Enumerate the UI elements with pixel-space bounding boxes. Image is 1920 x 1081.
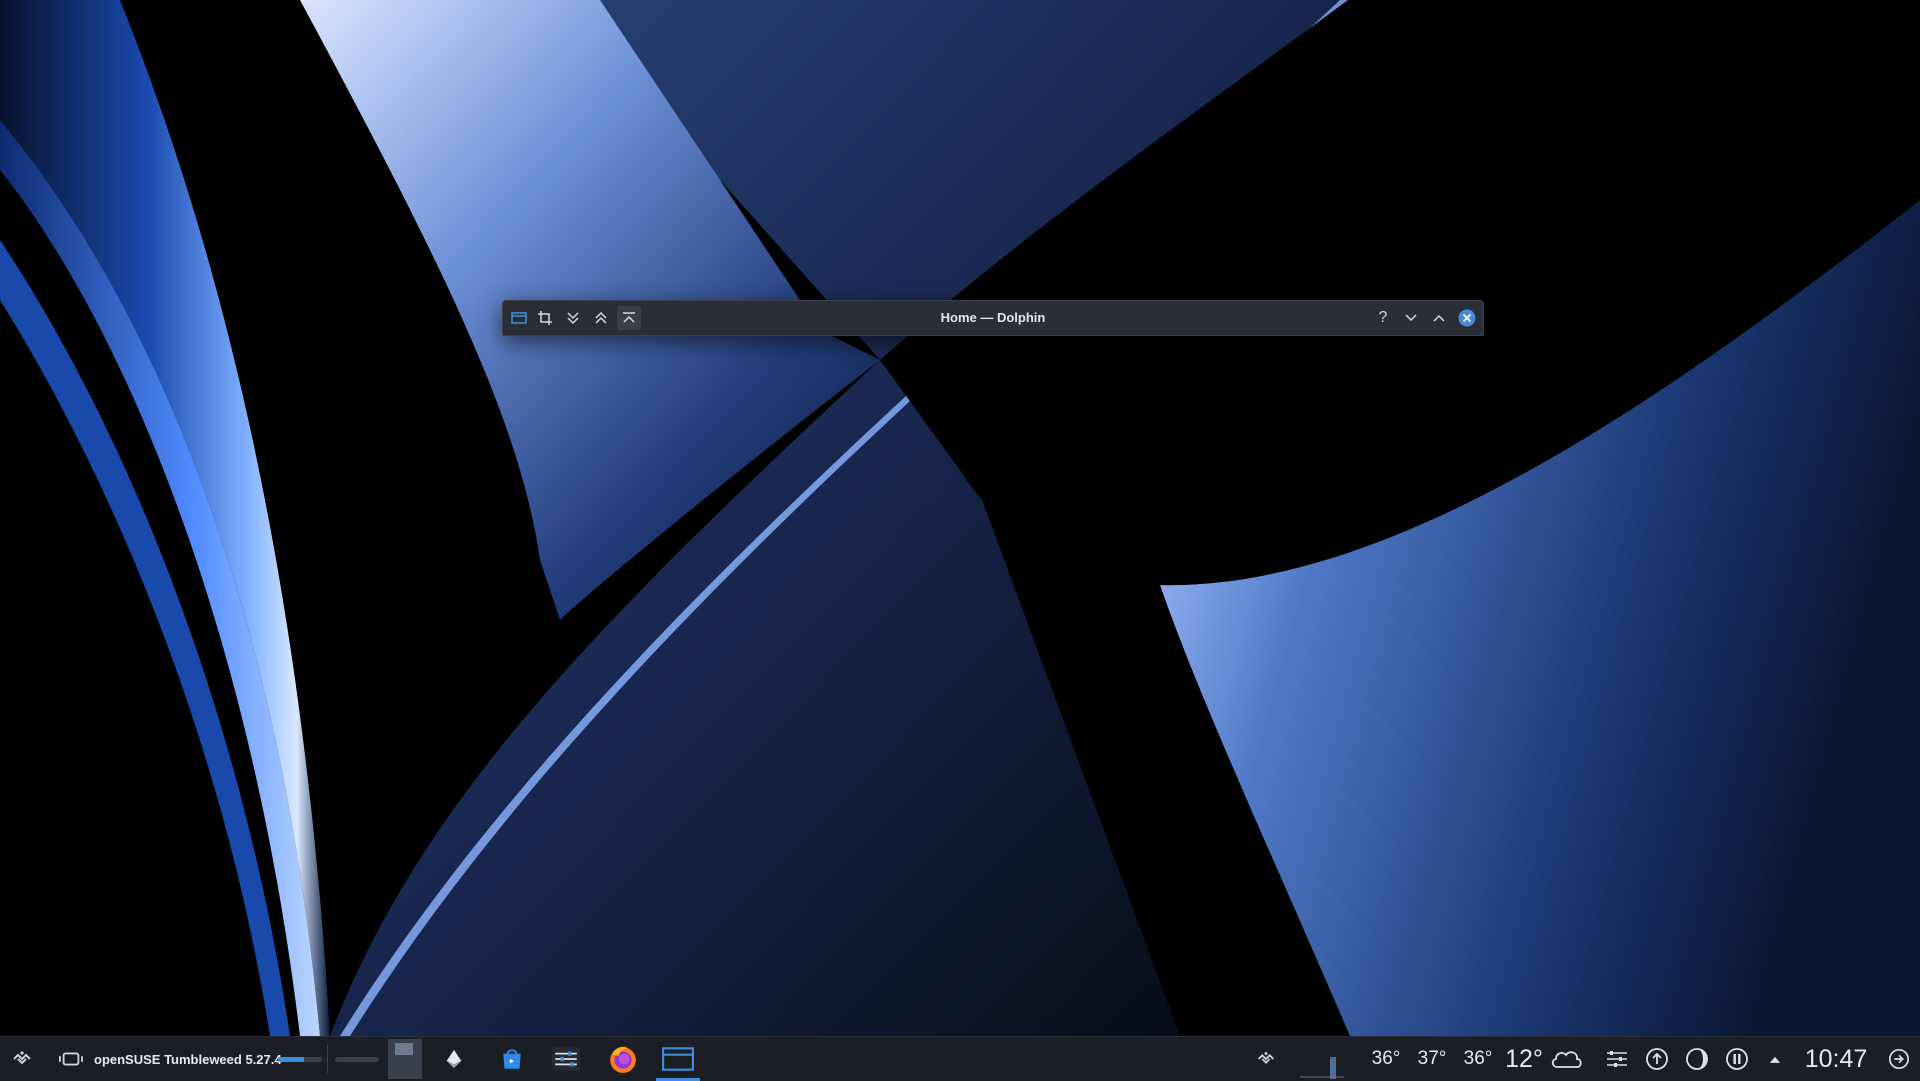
- logout-icon[interactable]: [1882, 1037, 1916, 1081]
- panel-separator: [327, 1045, 328, 1073]
- crop-icon[interactable]: [533, 306, 557, 330]
- cpu-load-graph[interactable]: [1292, 1037, 1348, 1081]
- digital-clock[interactable]: 10:47: [1796, 1037, 1876, 1081]
- activity-label-text: openSUSE Tumbleweed 5.27.4: [94, 1051, 282, 1067]
- desktop-wallpaper: [0, 0, 1920, 1036]
- activity-switcher-icon[interactable]: [56, 1037, 86, 1081]
- application-launcher-icon[interactable]: [6, 1037, 38, 1081]
- activity-label[interactable]: openSUSE Tumbleweed 5.27.4: [94, 1037, 282, 1081]
- app-menu-icon[interactable]: [507, 306, 531, 330]
- spacer-slider[interactable]: [334, 1037, 380, 1081]
- bottom-panel: openSUSE Tumbleweed 5.27.4 36° 37° 36° 1…: [0, 1036, 1920, 1081]
- weather-temperature[interactable]: 12°: [1502, 1037, 1546, 1081]
- media-pause-icon[interactable]: [1720, 1037, 1754, 1081]
- cloud-icon[interactable]: [1546, 1037, 1586, 1081]
- taskbar-system-settings[interactable]: [542, 1037, 590, 1081]
- folder-icon: [662, 1047, 694, 1071]
- firefox-icon: [610, 1046, 636, 1073]
- pager-desktop[interactable]: [388, 1037, 422, 1081]
- audio-mixer-icon[interactable]: [1600, 1037, 1634, 1081]
- night-color-icon[interactable]: [1680, 1037, 1714, 1081]
- keep-above-icon[interactable]: [589, 306, 613, 330]
- inkscape-icon: [446, 1049, 462, 1069]
- taskbar-dolphin[interactable]: [652, 1037, 704, 1081]
- dolphin-window[interactable]: Home — Dolphin ?: [502, 300, 1484, 336]
- taskbar-firefox[interactable]: [598, 1037, 648, 1081]
- tray-network-icon[interactable]: [1250, 1037, 1282, 1081]
- volume-slider[interactable]: [276, 1037, 324, 1081]
- maximize-icon[interactable]: [1427, 306, 1451, 330]
- volume-slider-fill: [278, 1056, 305, 1062]
- update-notifier-icon[interactable]: [1640, 1037, 1674, 1081]
- temperature-1[interactable]: 36°: [1366, 1037, 1406, 1081]
- shade-icon[interactable]: [617, 306, 641, 330]
- help-icon[interactable]: ?: [1371, 306, 1395, 330]
- minimize-icon[interactable]: [1399, 306, 1423, 330]
- tray-expand-icon[interactable]: [1760, 1037, 1790, 1081]
- taskbar-discover[interactable]: [488, 1037, 536, 1081]
- close-icon[interactable]: [1455, 306, 1479, 330]
- window-title: Home — Dolphin: [940, 310, 1046, 325]
- taskbar-inkscape[interactable]: [430, 1037, 478, 1081]
- keep-below-icon[interactable]: [561, 306, 585, 330]
- virtual-desktop-icon: [388, 1039, 422, 1079]
- temperature-2[interactable]: 37°: [1412, 1037, 1452, 1081]
- settings-sliders-icon: [552, 1047, 580, 1071]
- temperature-3[interactable]: 36°: [1458, 1037, 1498, 1081]
- discover-store-icon: [503, 1049, 521, 1069]
